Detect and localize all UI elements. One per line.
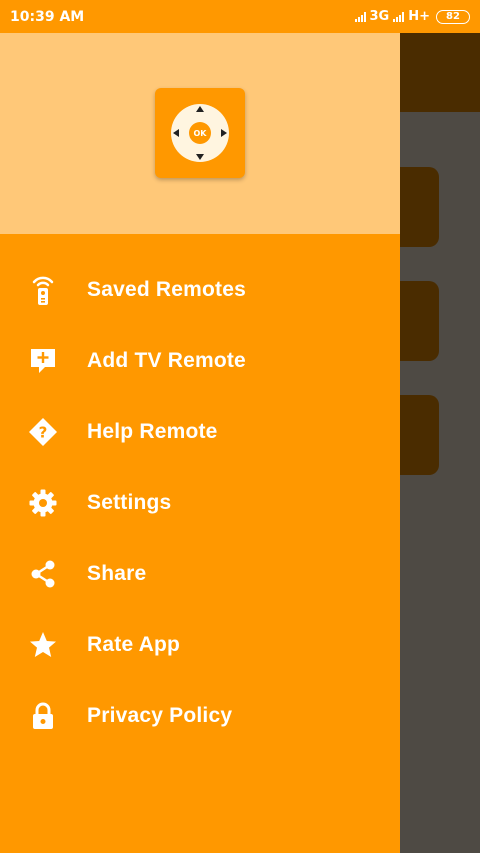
background-card (400, 395, 439, 475)
network-type-2: H+ (408, 9, 430, 24)
background-card (400, 281, 439, 361)
background-app[interactable] (400, 33, 480, 853)
menu-label: Help Remote (87, 419, 218, 443)
help-diamond-icon: ? (28, 417, 58, 447)
share-icon (28, 559, 58, 589)
menu-item-help-remote[interactable]: ? Help Remote (0, 396, 400, 467)
battery-level: 82 (446, 11, 460, 22)
background-card (400, 167, 439, 247)
drawer-menu: Saved Remotes Add TV Remote ? Help Remot (0, 254, 400, 751)
network-type-1: 3G (369, 9, 390, 24)
add-comment-icon (28, 346, 58, 376)
menu-item-add-tv-remote[interactable]: Add TV Remote (0, 325, 400, 396)
drawer-header: OK (0, 33, 400, 234)
menu-item-settings[interactable]: Settings (0, 467, 400, 538)
menu-label: Saved Remotes (87, 277, 247, 301)
menu-label: Add TV Remote (87, 348, 246, 372)
menu-item-saved-remotes[interactable]: Saved Remotes (0, 254, 400, 325)
app-logo: OK (155, 88, 245, 178)
status-bar: 10:39 AM 3G H+ 82 (0, 0, 480, 33)
menu-item-privacy-policy[interactable]: Privacy Policy (0, 680, 400, 751)
signal-strength-icon (354, 11, 366, 22)
status-indicators: 3G H+ 82 (354, 9, 470, 24)
remote-dpad-icon: OK (171, 104, 229, 162)
status-time: 10:39 AM (10, 8, 85, 25)
menu-label: Rate App (87, 632, 180, 656)
battery-icon: 82 (436, 9, 470, 24)
lock-icon (28, 701, 58, 731)
menu-label: Privacy Policy (87, 703, 233, 727)
menu-item-share[interactable]: Share (0, 538, 400, 609)
menu-item-rate-app[interactable]: Rate App (0, 609, 400, 680)
menu-label: Settings (87, 490, 172, 514)
menu-label: Share (87, 561, 147, 585)
svg-text:?: ? (39, 423, 48, 441)
background-toolbar (400, 33, 480, 112)
signal-strength-icon-2 (393, 11, 405, 22)
star-icon (28, 630, 58, 660)
remote-wifi-icon (28, 275, 58, 305)
gear-icon (28, 488, 58, 518)
logo-ok-text: OK (194, 129, 208, 138)
navigation-drawer: OK Saved Remotes Add TV Remote ? Help Re… (0, 33, 400, 853)
